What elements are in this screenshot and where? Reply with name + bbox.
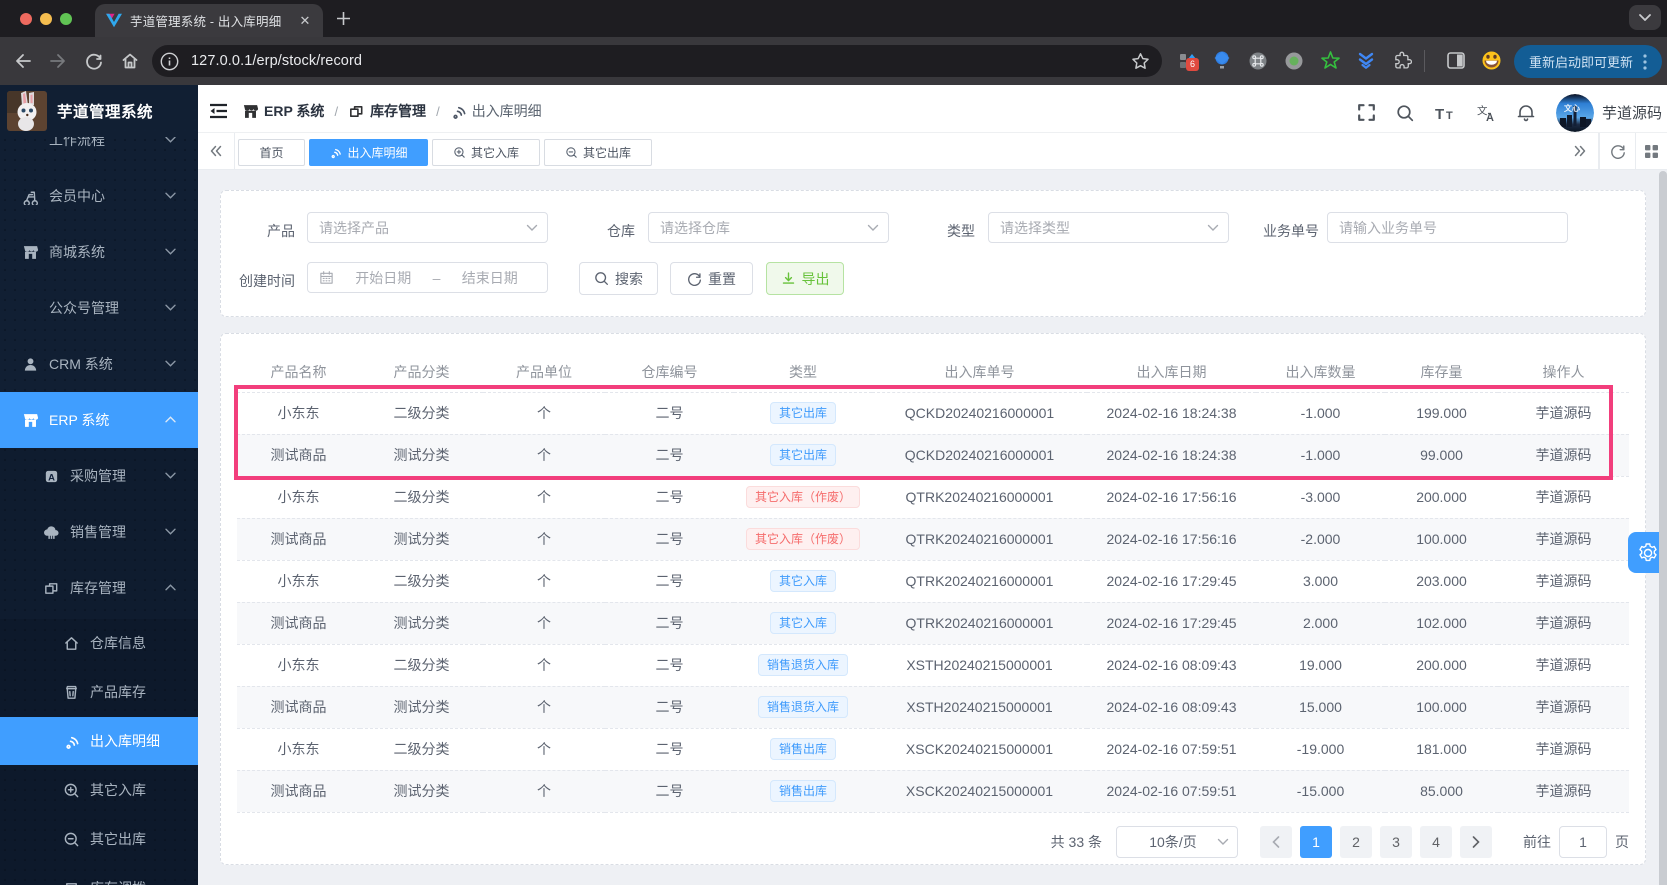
svg-text:A: A [48, 472, 55, 483]
svg-text:文心: 文心 [1564, 103, 1580, 114]
svg-text:T: T [1435, 106, 1444, 121]
svg-text:T: T [1446, 110, 1453, 121]
